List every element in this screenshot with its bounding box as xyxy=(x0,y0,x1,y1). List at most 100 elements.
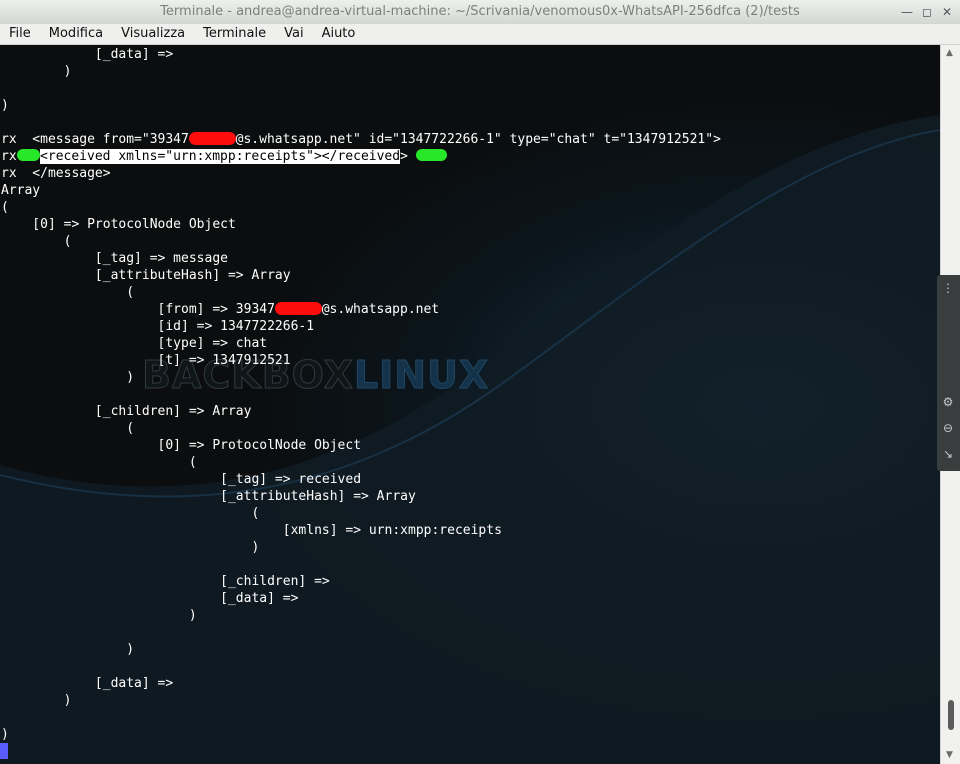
line-text: ( xyxy=(1,285,135,300)
desktop-side-widget[interactable]: ⋮ ⚙ ⊖ ↘ xyxy=(937,275,960,471)
menu-modifica[interactable]: Modifica xyxy=(40,24,112,44)
terminal-line: Array xyxy=(1,182,721,199)
line-text: @s.whatsapp.net xyxy=(321,302,440,317)
terminal-line: ) xyxy=(1,539,721,556)
terminal-line: ) xyxy=(1,63,721,80)
line-text: [_children] => Array xyxy=(1,404,252,419)
terminal-line: [0] => ProtocolNode Object xyxy=(1,437,721,454)
terminal-line: [0] => ProtocolNode Object xyxy=(1,216,721,233)
menu-terminale[interactable]: Terminale xyxy=(194,24,275,44)
terminal-line: [t] => 1347912521 xyxy=(1,352,721,369)
maximize-icon[interactable]: ◻ xyxy=(918,3,936,21)
terminal-line: [_attributeHash] => Array xyxy=(1,488,721,505)
terminal-line: [xmlns] => urn:xmpp:receipts xyxy=(1,522,721,539)
line-text: [_data] => xyxy=(1,676,174,691)
terminal-line: ( xyxy=(1,284,721,301)
terminal-line: [_data] => xyxy=(1,46,721,63)
menu-visualizza[interactable]: Visualizza xyxy=(112,24,194,44)
terminal-line: [type] => chat xyxy=(1,335,721,352)
line-text: [t] => 1347912521 xyxy=(1,353,291,368)
terminal-line: [_data] => xyxy=(1,590,721,607)
line-text: [type] => chat xyxy=(1,336,268,351)
line-text: ) xyxy=(1,727,9,742)
scroll-down-icon[interactable]: ▼ xyxy=(946,750,953,760)
terminal-line: ) xyxy=(1,641,721,658)
menu-aiuto[interactable]: Aiuto xyxy=(313,24,365,44)
line-text: [_attributeHash] => Array xyxy=(1,268,291,283)
terminal-line: [_data] => xyxy=(1,675,721,692)
terminal-line: [_children] => xyxy=(1,573,721,590)
redaction-mark xyxy=(274,302,322,315)
selected-text: <received xmlns="urn:xmpp:receipts"></re… xyxy=(40,149,401,164)
terminal-line: ( xyxy=(1,420,721,437)
line-text: [_children] => xyxy=(1,574,330,589)
terminal-line: ) xyxy=(1,97,721,114)
line-text: [_data] => xyxy=(1,591,299,606)
widget-resize-icon[interactable]: ↘ xyxy=(941,447,955,461)
line-text: [_tag] => received xyxy=(1,472,362,487)
terminal-line: [_tag] => received xyxy=(1,471,721,488)
terminal-line: rx <received xmlns="urn:xmpp:receipts"></… xyxy=(1,148,721,165)
widget-minus-icon[interactable]: ⊖ xyxy=(941,421,955,435)
line-text: ( xyxy=(1,234,72,249)
menu-bar: File Modifica Visualizza Terminale Vai A… xyxy=(0,24,960,45)
terminal-line: [_children] => Array xyxy=(1,403,721,420)
terminal-line: [id] => 1347722266-1 xyxy=(1,318,721,335)
terminal-line: rx <message from="39347 @s.whatsapp.net" … xyxy=(1,131,721,148)
terminal-line: ) xyxy=(1,692,721,709)
close-icon[interactable]: ✕ xyxy=(938,3,956,21)
menu-file[interactable]: File xyxy=(0,24,40,44)
line-text: ( xyxy=(1,455,197,470)
line-text: ) xyxy=(1,64,72,79)
green-highlight-mark xyxy=(16,149,41,161)
terminal-line: ) xyxy=(1,607,721,624)
line-text: [id] => 1347722266-1 xyxy=(1,319,315,334)
widget-grip-icon: ⋮ xyxy=(942,281,954,295)
terminal-line: ) xyxy=(1,369,721,386)
window-title: Terminale - andrea@andrea-virtual-machin… xyxy=(160,4,800,19)
widget-gear-icon[interactable]: ⚙ xyxy=(941,395,955,409)
terminal-line: ( xyxy=(1,233,721,250)
terminal-cursor xyxy=(0,743,8,759)
terminal-line: ( xyxy=(1,454,721,471)
menu-vai[interactable]: Vai xyxy=(275,24,312,44)
line-text: ) xyxy=(1,540,260,555)
line-text: [_tag] => message xyxy=(1,251,228,266)
line-text: ( xyxy=(1,421,135,436)
line-text: > xyxy=(400,149,416,164)
redaction-mark xyxy=(188,132,236,145)
line-text: [from] => 39347 xyxy=(1,302,275,317)
window-controls: — ◻ ✕ xyxy=(898,0,956,24)
line-text: ) xyxy=(1,693,72,708)
minimize-icon[interactable]: — xyxy=(898,3,916,21)
terminal-line: rx </message> xyxy=(1,165,721,182)
line-text: ( xyxy=(1,506,260,521)
terminal-line: ( xyxy=(1,199,721,216)
line-text: ( xyxy=(1,200,9,215)
terminal-output[interactable]: BACKBOXLINUX [_data] => )) rx <message fr… xyxy=(0,45,940,764)
line-text: rx xyxy=(1,149,17,164)
terminal-line: [_tag] => message xyxy=(1,250,721,267)
scrollbar-thumb[interactable] xyxy=(948,700,954,730)
line-text: ) xyxy=(1,370,135,385)
green-highlight-mark xyxy=(415,149,447,161)
line-text: rx </message> xyxy=(1,166,111,181)
terminal-line: ( xyxy=(1,505,721,522)
line-text: [_attributeHash] => Array xyxy=(1,489,416,504)
line-text: Array xyxy=(1,183,41,198)
line-text: ) xyxy=(1,642,135,657)
line-text: @s.whatsapp.net" id="1347722266-1" type=… xyxy=(235,132,721,147)
title-bar[interactable]: Terminale - andrea@andrea-virtual-machin… xyxy=(0,0,960,25)
terminal-lines: [_data] => )) rx <message from="39347 @s.w… xyxy=(1,46,721,743)
line-text: [_data] => xyxy=(1,47,174,62)
line-text: [xmlns] => urn:xmpp:receipts xyxy=(1,523,502,538)
scroll-up-icon[interactable]: ▲ xyxy=(946,48,953,58)
line-text: ) xyxy=(1,608,197,623)
